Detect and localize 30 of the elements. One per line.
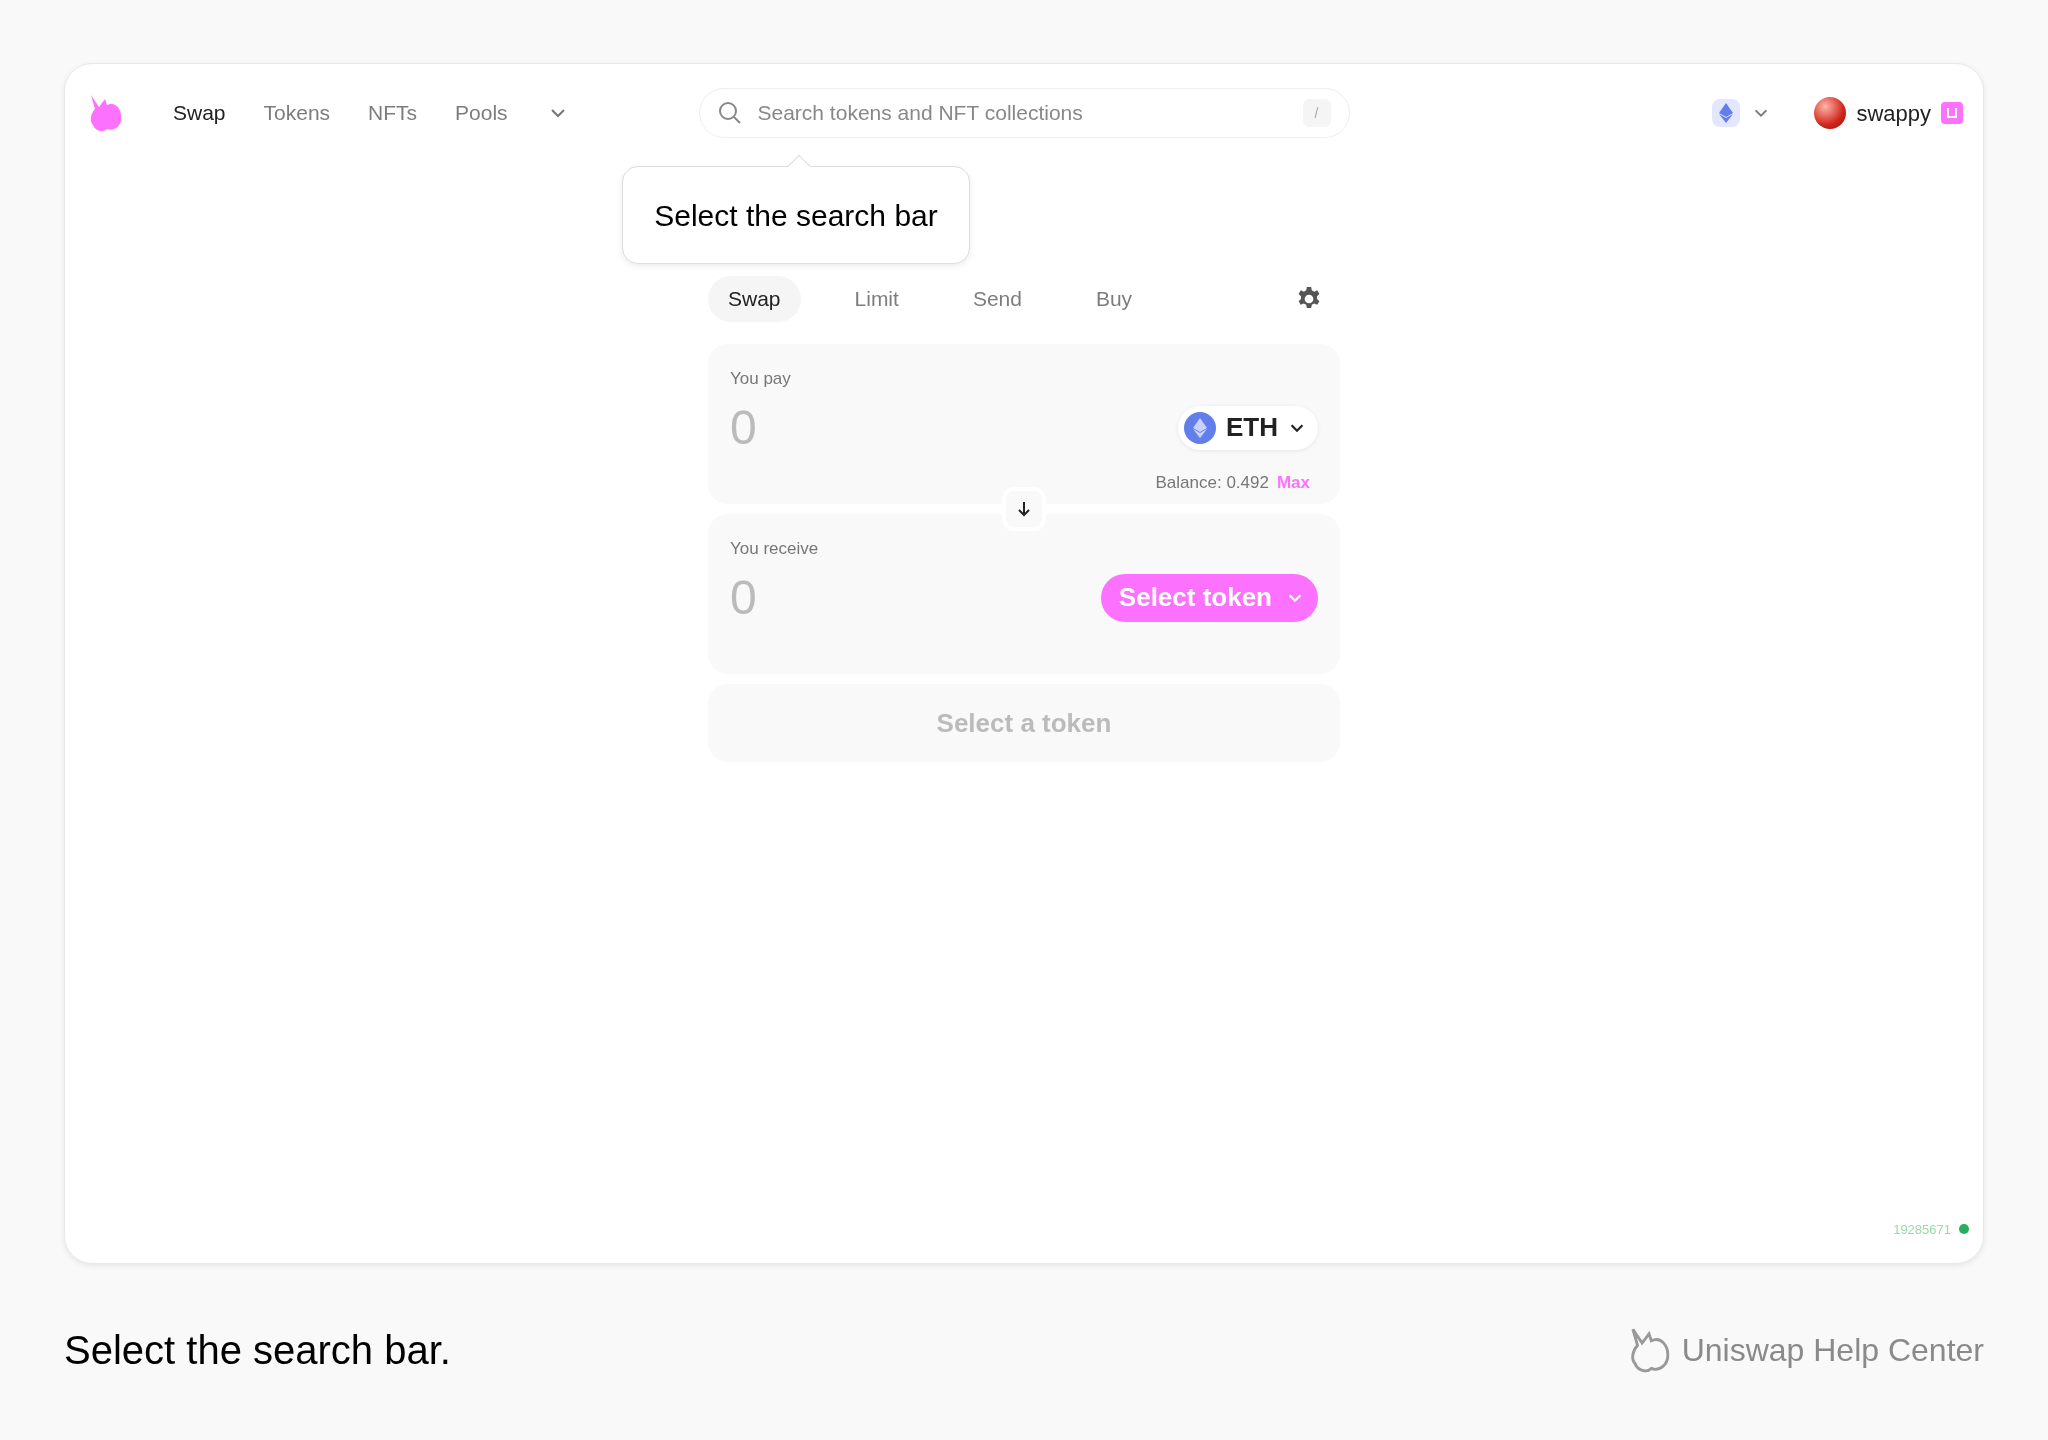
ethereum-icon <box>1712 99 1741 127</box>
swap-direction-button[interactable] <box>1002 487 1046 531</box>
nav-link[interactable]: Pools <box>455 97 508 129</box>
tooltip-text: Select the search bar <box>654 197 938 234</box>
avatar-icon <box>1814 97 1847 129</box>
balance-text: Balance: 0.492 <box>1155 471 1269 494</box>
search-icon <box>717 101 742 125</box>
swap-tab[interactable]: Send <box>952 276 1042 322</box>
swap-tab[interactable]: Swap <box>708 276 801 322</box>
nav-link[interactable]: Swap <box>173 97 226 129</box>
account-name: swappy <box>1856 99 1931 128</box>
max-link[interactable]: Max <box>1276 469 1310 495</box>
field-label: You pay <box>730 368 792 390</box>
ethereum-icon <box>1184 411 1216 444</box>
block-number: 19285671 <box>1893 1220 1951 1239</box>
caption-text: Select the search bar. <box>64 1327 451 1374</box>
select-token-button[interactable]: Select token <box>1100 573 1318 622</box>
help-center-title: Uniswap Help Center <box>1681 1331 1984 1370</box>
swap-tab[interactable]: Limit <box>834 276 919 322</box>
account-button[interactable]: swappy <box>1814 96 1963 130</box>
search-input[interactable]: Search tokens and NFT collections <box>757 97 1287 129</box>
shortcut-key: / <box>1302 99 1331 127</box>
field-label: You receive <box>730 538 820 560</box>
token-symbol: ETH <box>1226 411 1278 444</box>
token-selector[interactable]: ETH <box>1178 405 1318 450</box>
nav-link[interactable]: Tokens <box>263 97 331 129</box>
nav-link[interactable]: NFTs <box>368 97 418 129</box>
arrow-down-icon <box>1015 500 1033 518</box>
unicon-icon <box>1941 102 1963 124</box>
swap-tab[interactable]: Buy <box>1075 276 1153 322</box>
